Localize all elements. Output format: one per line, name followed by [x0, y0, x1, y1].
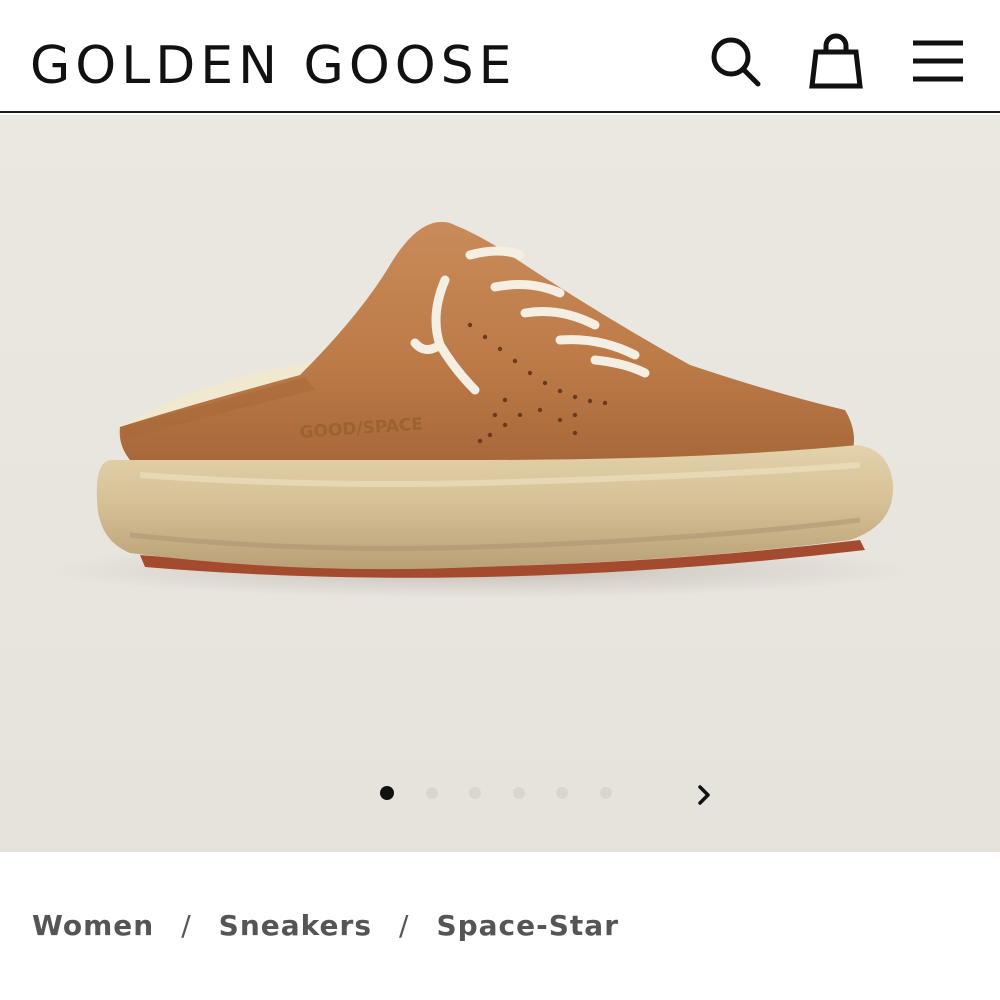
carousel-dot[interactable]	[469, 787, 481, 799]
carousel-dot[interactable]	[512, 787, 525, 799]
brand-logo[interactable]: GOLDEN GOOSE	[30, 28, 517, 104]
carousel-dot[interactable]	[599, 787, 612, 799]
carousel-next-button[interactable]	[690, 781, 718, 809]
breadcrumb-separator: /	[181, 908, 192, 942]
site-header: GOLDEN GOOSE	[0, 0, 1000, 113]
product-image-gallery[interactable]: GOOD/SPACE	[0, 115, 1000, 852]
search-icon	[711, 37, 761, 87]
breadcrumb-separator: /	[399, 908, 410, 942]
carousel-dot[interactable]	[425, 787, 438, 799]
carousel-pagination	[380, 783, 643, 803]
carousel-dot[interactable]	[556, 787, 568, 799]
hamburger-menu-icon	[913, 40, 963, 82]
search-button[interactable]	[705, 30, 765, 92]
breadcrumb-item-women[interactable]: Women	[32, 909, 154, 942]
carousel-dot-active[interactable]	[380, 786, 394, 800]
breadcrumb-item-sneakers[interactable]: Sneakers	[219, 909, 372, 942]
shopping-bag-icon	[809, 33, 863, 89]
product-image: GOOD/SPACE	[50, 221, 910, 598]
chevron-right-icon	[698, 785, 710, 805]
breadcrumb-item-space-star[interactable]: Space-Star	[436, 909, 619, 942]
shopping-bag-button[interactable]	[806, 30, 866, 92]
breadcrumb: Women / Sneakers / Space-Star	[32, 900, 619, 950]
menu-button[interactable]	[908, 30, 968, 92]
